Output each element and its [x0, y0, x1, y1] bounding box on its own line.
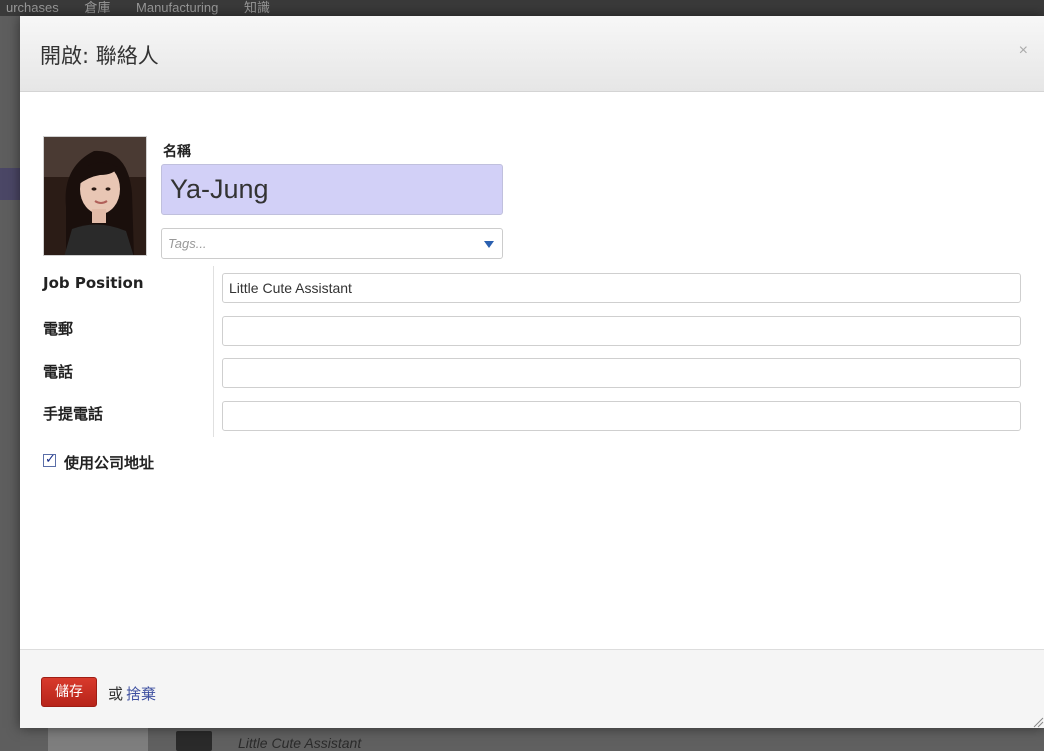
contact-dialog: 開啟: 聯絡人 × 名稱 Ya-Jung Tags... Job Positio…: [20, 16, 1044, 728]
close-icon[interactable]: ×: [1019, 42, 1028, 60]
phone-input[interactable]: [222, 358, 1021, 388]
use-company-address-checkbox[interactable]: ✓: [43, 451, 56, 467]
field-divider: [213, 266, 214, 437]
background-sidebar: [0, 16, 22, 751]
background-content: [20, 728, 1044, 751]
or-text: 或: [108, 685, 124, 703]
name-input[interactable]: Ya-Jung: [161, 164, 503, 215]
dialog-footer: 儲存 或 捨棄: [20, 649, 1044, 728]
background-menu-item: 倉庫: [84, 0, 111, 15]
chevron-down-icon[interactable]: [484, 241, 494, 248]
discard-link[interactable]: 捨棄: [126, 683, 156, 704]
name-label: 名稱: [163, 144, 191, 160]
background-card: [48, 728, 148, 751]
job-position-label: Job Position: [43, 274, 144, 292]
dialog-header: 開啟: 聯絡人 ×: [20, 16, 1044, 92]
mobile-label: 手提電話: [43, 405, 104, 423]
tags-placeholder: Tags...: [168, 236, 207, 251]
use-company-address-label: 使用公司地址: [64, 454, 155, 472]
email-label: 電郵: [43, 320, 74, 338]
tags-input[interactable]: Tags...: [161, 228, 503, 259]
dialog-title: 開啟: 聯絡人: [40, 44, 159, 68]
background-card-subtitle: Little Cute Assistant: [238, 735, 362, 751]
save-button[interactable]: 儲存: [41, 677, 97, 707]
background-menu-item: 知識: [244, 0, 271, 15]
background-menu-bar: urchases 倉庫 Manufacturing 知識: [0, 0, 1044, 16]
contact-avatar[interactable]: [43, 136, 147, 256]
job-position-input[interactable]: Little Cute Assistant: [222, 273, 1021, 303]
mobile-input[interactable]: [222, 401, 1021, 431]
background-menu-item: Manufacturing: [136, 0, 219, 15]
background-sidebar-highlight: [0, 168, 22, 200]
background-menu-item: urchases: [6, 0, 59, 15]
email-input[interactable]: [222, 316, 1021, 346]
background-contact-photo: [176, 731, 212, 751]
phone-label: 電話: [43, 363, 74, 381]
checkmark-icon: ✓: [45, 451, 56, 466]
avatar-image: [44, 137, 146, 255]
resize-grip-icon[interactable]: [1032, 716, 1044, 728]
